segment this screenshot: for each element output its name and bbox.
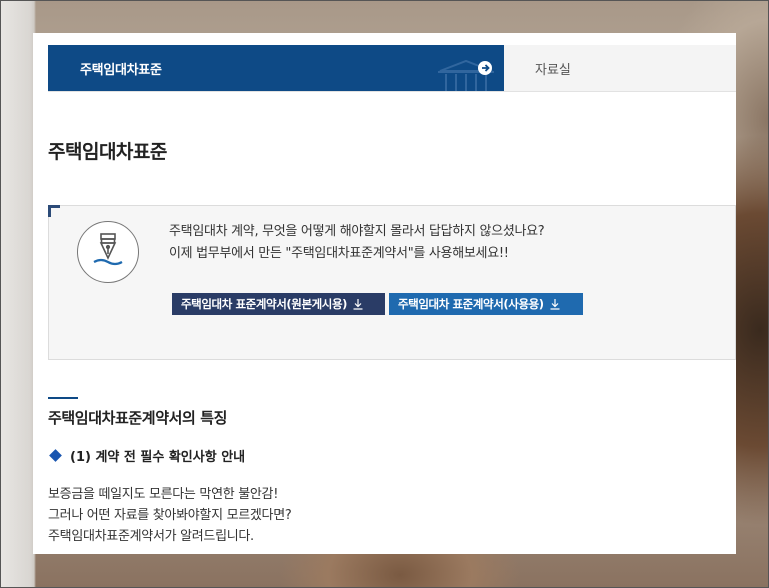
notice-box: 주택임대차 계약, 무엇을 어떻게 해야할지 몰라서 답답하지 않으셨나요? 이… <box>48 205 736 360</box>
section-title: 주택임대차표준계약서의 특징 <box>48 409 228 427</box>
notice-line-2: 이제 법무부에서 만든 "주택임대차표준계약서"를 사용해보세요!! <box>169 246 509 261</box>
tab-bar: 주택임대차표준 자료실 <box>48 45 736 92</box>
download-icon <box>550 299 560 310</box>
subheading-text: (1) 계약 전 필수 확인사항 안내 <box>70 450 246 465</box>
body-line-3: 주택임대차표준계약서가 알려드립니다. <box>48 529 254 544</box>
arrow-right-circle-icon <box>478 61 492 75</box>
download-original-label: 주택임대차 표준계약서(원본게시용) <box>181 297 348 311</box>
pen-icon-badge <box>77 221 139 283</box>
download-usage-label: 주택임대차 표준계약서(사용용) <box>398 297 544 311</box>
subheading: (1) 계약 전 필수 확인사항 안내 <box>48 446 245 465</box>
section-accent-bar <box>48 397 78 399</box>
download-original-button[interactable]: 주택임대차 표준계약서(원본게시용) <box>172 293 385 315</box>
page-title: 주택임대차표준 <box>48 141 167 163</box>
tab-archive[interactable]: 자료실 <box>535 59 571 78</box>
content-card: 주택임대차표준 자료실 주택임대차표준 주택임대차 계약, 무엇을 어떻게 해야… <box>33 33 736 554</box>
body-line-2: 그러나 어떤 자료를 찾아봐야할지 모르겠다면? <box>48 508 292 523</box>
tab-label: 주택임대차표준 <box>80 63 162 78</box>
fountain-pen-icon <box>93 233 123 266</box>
body-line-1: 보증금을 떼일지도 모른다는 막연한 불안감! <box>48 487 279 502</box>
diamond-bullet-icon <box>49 449 62 462</box>
download-usage-button[interactable]: 주택임대차 표준계약서(사용용) <box>389 293 583 315</box>
download-icon <box>353 299 363 310</box>
notice-message: 주택임대차 계약, 무엇을 어떻게 해야할지 몰라서 답답하지 않으셨나요? 이… <box>169 221 545 265</box>
tab-housing-lease-standard[interactable]: 주택임대차표준 <box>48 45 504 91</box>
corner-accent <box>48 205 60 217</box>
section-body: 보증금을 떼일지도 모른다는 막연한 불안감! 그러나 어떤 자료를 찾아봐야할… <box>48 484 292 547</box>
notice-line-1: 주택임대차 계약, 무엇을 어떻게 해야할지 몰라서 답답하지 않으셨나요? <box>169 224 545 239</box>
